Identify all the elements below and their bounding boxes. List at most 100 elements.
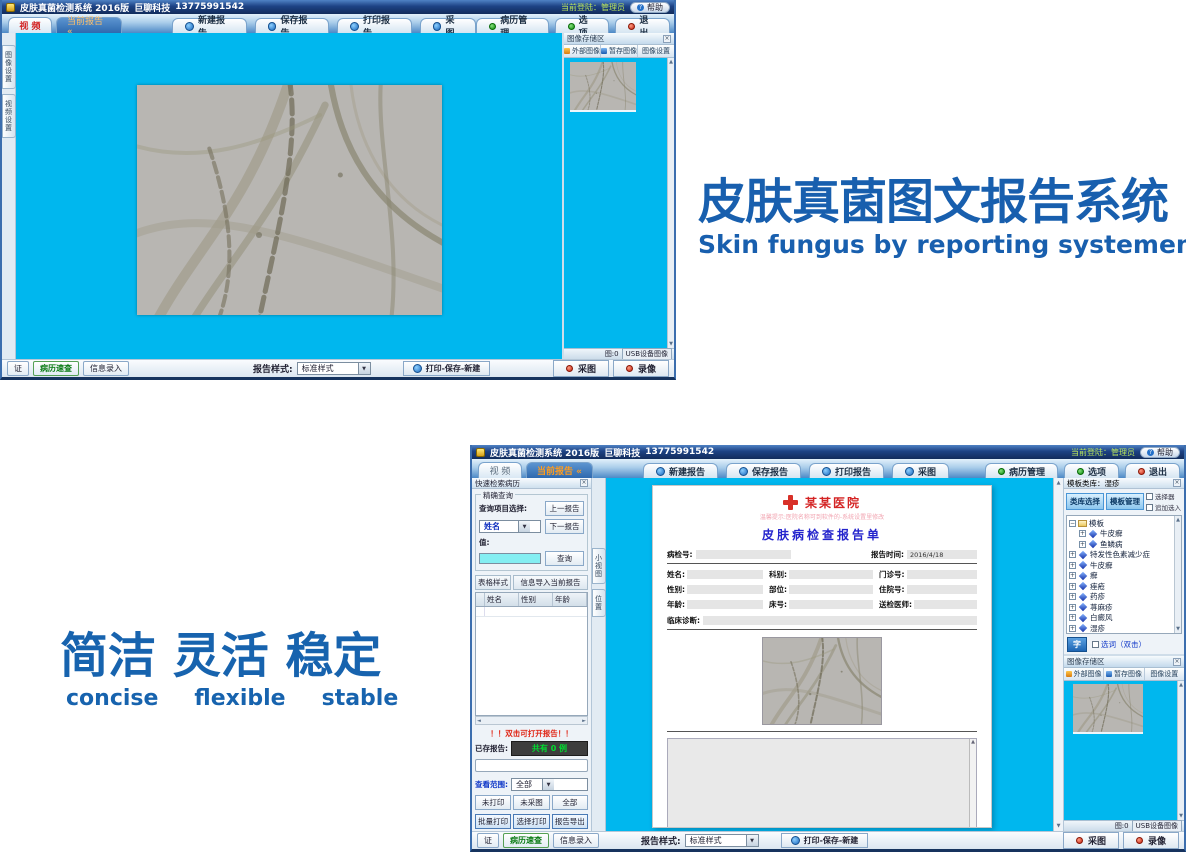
image-settings-button[interactable]: 图像设置 (638, 45, 674, 57)
expand-icon[interactable]: + (1069, 604, 1076, 611)
export-report-button[interactable]: 报告导出 (552, 814, 588, 829)
library-select-button[interactable]: 类库选择 (1066, 493, 1104, 510)
vertical-scrollbar[interactable]: ▲ (969, 739, 976, 828)
close-icon[interactable]: × (1173, 658, 1181, 666)
records-manage-button[interactable]: 病历管理 (985, 463, 1058, 478)
quick-search-button[interactable]: 病历速查 (33, 361, 79, 376)
expand-icon[interactable]: + (1069, 614, 1076, 621)
tab-current-report[interactable]: 当前报告 « (56, 17, 122, 33)
external-image-button[interactable]: 外部图像 (1064, 668, 1104, 680)
template-tree-item[interactable]: + 癣 (1069, 571, 1172, 582)
template-tree-item[interactable]: + 牛皮癣 (1069, 529, 1172, 540)
collapse-icon[interactable]: − (1069, 520, 1076, 527)
horizontal-scrollbar[interactable]: ◄► (475, 716, 588, 725)
side-tab-position[interactable]: 位置 (592, 589, 606, 617)
next-report-button[interactable]: 下一报告 (545, 519, 584, 534)
exit-button[interactable]: 退出 (1125, 463, 1180, 478)
report-findings-textarea[interactable]: ▲ (667, 738, 977, 828)
temp-image-button[interactable]: 暂存图像 (601, 45, 638, 57)
import-info-button[interactable]: 信息导入当前报告 (513, 575, 588, 590)
image-thumbnail[interactable] (1073, 684, 1143, 734)
template-tree-item[interactable]: + 特发性色素减少症 (1069, 550, 1172, 561)
saved-report-field[interactable] (475, 759, 588, 772)
capture-image-button[interactable]: 采图 (553, 360, 609, 377)
print-save-new-button[interactable]: 打印-保存-新建 (403, 361, 491, 376)
records-manage-button[interactable]: 病历管理 (476, 18, 548, 33)
new-report-button[interactable]: 新建报告 (172, 18, 246, 33)
batch-print-button[interactable]: 批量打印 (475, 814, 511, 829)
expand-icon[interactable]: + (1069, 551, 1076, 558)
info-entry-button[interactable]: 信息录入 (553, 833, 599, 848)
save-report-button[interactable]: 保存报告 (726, 463, 801, 478)
help-button[interactable]: ? 帮助 (1140, 447, 1180, 458)
query-button[interactable]: 查询 (545, 551, 584, 566)
info-entry-button[interactable]: 信息录入 (83, 361, 129, 376)
print-report-button[interactable]: 打印报告 (809, 463, 884, 478)
side-tab-video-settings[interactable]: 视频设置 (2, 94, 16, 138)
capture-button[interactable]: 采图 (420, 18, 477, 33)
close-icon[interactable]: × (663, 35, 671, 43)
close-icon[interactable]: × (1173, 479, 1181, 487)
help-button[interactable]: ? 帮助 (630, 2, 670, 13)
table-row[interactable] (476, 607, 587, 617)
side-tab-miniview[interactable]: 小视图 (592, 548, 606, 584)
query-value-input[interactable] (479, 553, 541, 564)
options-button[interactable]: 选项 (1064, 463, 1119, 478)
vertical-scrollbar[interactable]: ▲▼ (1053, 478, 1063, 831)
capture-image-button[interactable]: 采图 (1063, 832, 1119, 849)
quick-search-button[interactable]: 病历速查 (503, 833, 549, 848)
template-tree-root[interactable]: − 模板 (1069, 518, 1172, 529)
options-button[interactable]: 选项 (555, 18, 610, 33)
save-report-button[interactable]: 保存报告 (255, 18, 329, 33)
template-tree-item[interactable]: + 湿疹 (1069, 623, 1172, 634)
template-tree-item[interactable]: + 荨麻疹 (1069, 602, 1172, 613)
record-video-button[interactable]: 录像 (1123, 832, 1179, 849)
vertical-scrollbar[interactable]: ▲▼ (667, 58, 674, 348)
template-tree-item[interactable]: + 鱼鳞病 (1069, 539, 1172, 550)
expand-icon[interactable]: + (1069, 593, 1076, 600)
view-range-dropdown[interactable]: 全部 ▼ (511, 778, 588, 791)
template-manage-button[interactable]: 模板管理 (1106, 493, 1144, 510)
filter-unprinted-button[interactable]: 未打印 (475, 795, 511, 810)
tab-current-report[interactable]: 当前报告 « (526, 462, 593, 478)
vertical-scrollbar[interactable]: ▲▼ (1177, 681, 1184, 820)
image-settings-button[interactable]: 图像设置 (1145, 668, 1184, 680)
expand-icon[interactable]: + (1069, 572, 1076, 579)
image-thumbnail[interactable] (570, 62, 636, 112)
template-tree-item[interactable]: + 药疹 (1069, 592, 1172, 603)
expand-icon[interactable]: + (1079, 530, 1086, 537)
char-insert-button[interactable]: 字 (1067, 637, 1087, 652)
exit-button[interactable]: 退出 (615, 18, 670, 33)
table-style-button[interactable]: 表格样式 (475, 575, 511, 590)
select-word-checkbox[interactable] (1092, 641, 1099, 648)
template-tree-item[interactable]: + 牛皮癣 (1069, 560, 1172, 571)
filter-uncaptured-button[interactable]: 未采图 (513, 795, 549, 810)
tab-video[interactable]: 视 频 (478, 462, 522, 478)
record-video-button[interactable]: 录像 (613, 360, 669, 377)
external-image-button[interactable]: 外部图像 (564, 45, 601, 57)
tab-video[interactable]: 视 频 (8, 17, 52, 33)
prev-report-button[interactable]: 上一报告 (545, 501, 584, 516)
select-print-button[interactable]: 选择打印 (513, 814, 549, 829)
temp-image-button[interactable]: 暂存图像 (1104, 668, 1144, 680)
append-checkbox[interactable] (1146, 504, 1153, 511)
new-report-button[interactable]: 新建报告 (643, 463, 718, 478)
selector-checkbox[interactable] (1146, 493, 1153, 500)
expand-icon[interactable]: + (1069, 562, 1076, 569)
template-tree-item[interactable]: + 白癜风 (1069, 613, 1172, 624)
cert-button[interactable]: 证 (7, 361, 29, 376)
expand-icon[interactable]: + (1069, 583, 1076, 590)
capture-button[interactable]: 采图 (892, 463, 949, 478)
print-save-new-button[interactable]: 打印-保存-新建 (781, 833, 869, 848)
side-tab-image-settings[interactable]: 图像设置 (2, 45, 16, 89)
expand-icon[interactable]: + (1079, 541, 1086, 548)
cert-button[interactable]: 证 (477, 833, 499, 848)
report-style-dropdown[interactable]: 标准样式 ▼ (297, 362, 371, 375)
vertical-scrollbar[interactable]: ▲▼ (1174, 516, 1181, 633)
records-table[interactable]: 姓名 性别 年龄 (475, 592, 588, 716)
expand-icon[interactable]: + (1069, 625, 1076, 632)
filter-all-button[interactable]: 全部 (552, 795, 588, 810)
template-tree-item[interactable]: + 痤疮 (1069, 581, 1172, 592)
report-style-dropdown[interactable]: 标准样式 ▼ (685, 834, 759, 847)
print-report-button[interactable]: 打印报告 (337, 18, 411, 33)
